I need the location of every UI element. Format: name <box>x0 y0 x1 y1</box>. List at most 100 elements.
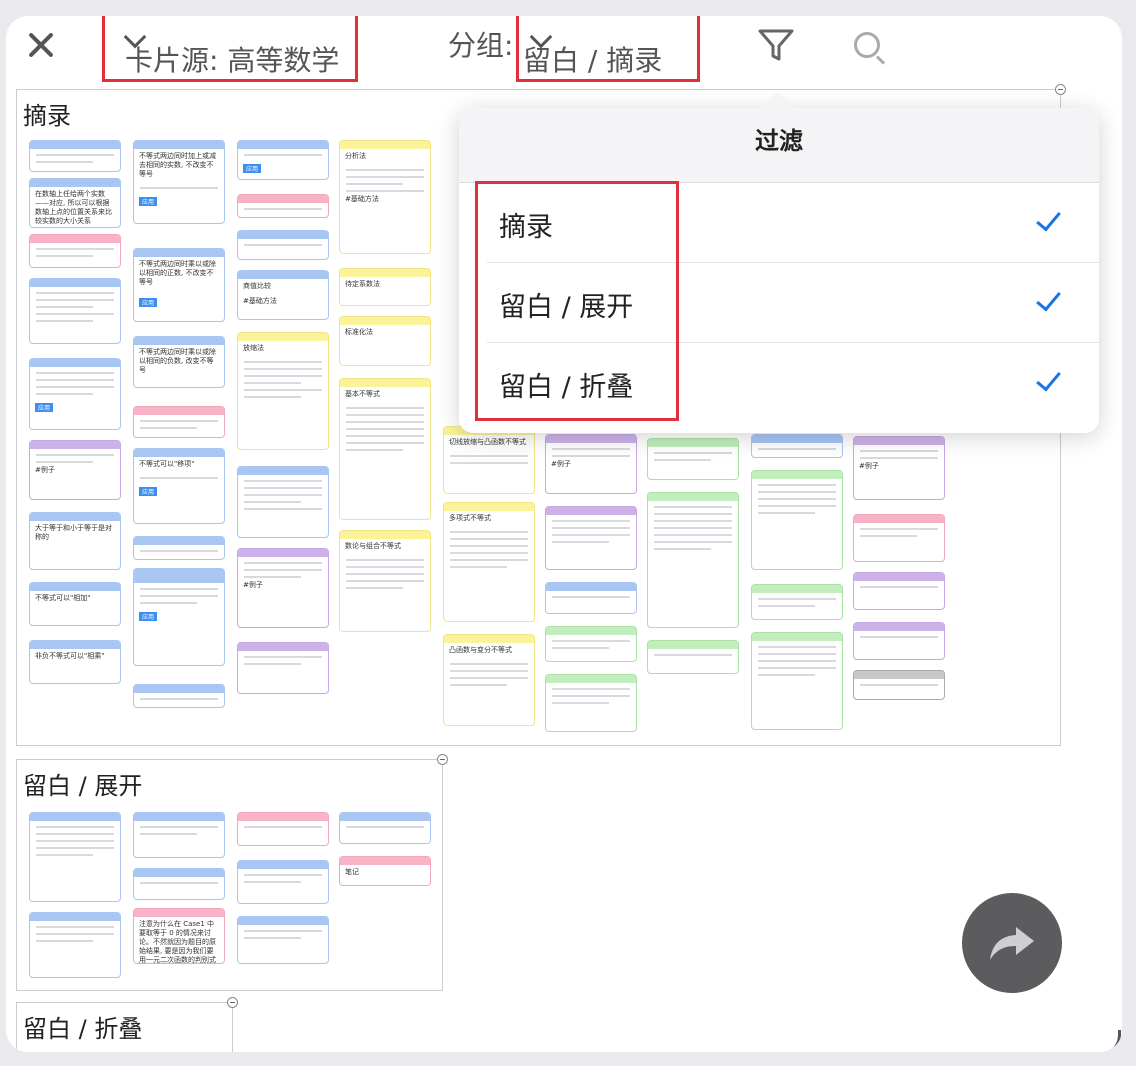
card[interactable]: 切线放缩与凸函数不等式 <box>443 426 535 494</box>
card-text: 笔记 <box>345 868 359 876</box>
collapse-group-icon[interactable] <box>227 997 238 1008</box>
popover-title: 过滤 <box>459 108 1099 183</box>
card[interactable]: 笔记 <box>339 856 431 886</box>
card[interactable] <box>237 230 329 260</box>
group-selector[interactable]: 留白 / 摘录 <box>516 16 700 82</box>
card[interactable] <box>133 406 225 438</box>
card[interactable]: 大于等于和小于等于是对称的 <box>29 512 121 570</box>
card[interactable] <box>545 506 637 570</box>
card[interactable]: 商值比较 #基础方法 <box>237 270 329 320</box>
checkmark-icon <box>1036 205 1061 232</box>
card-text: 注意为什么在 Case1 中要取等于 0 的情况来讨论。不然就因为题目的原始结果… <box>139 920 216 964</box>
resize-handle-icon[interactable] <box>1094 1030 1121 1052</box>
card[interactable]: #例子 <box>853 436 945 500</box>
card[interactable] <box>237 916 329 964</box>
card[interactable] <box>853 514 945 562</box>
card[interactable]: 不等式两边同时乘以或除以相同的负数, 改变不等号 <box>133 336 225 388</box>
card[interactable]: 放缩法 <box>237 332 329 450</box>
card-source-label: 卡片源: 高等数学 <box>125 44 340 77</box>
group-title: 摘录 <box>23 96 75 135</box>
card[interactable]: 标准化法 <box>339 316 431 366</box>
card[interactable] <box>133 868 225 900</box>
card[interactable]: #例子 <box>545 434 637 494</box>
group-title: 留白 / 折叠 <box>23 1009 147 1048</box>
card[interactable] <box>29 140 121 172</box>
card-tag: 应用 <box>243 164 262 173</box>
card[interactable]: 不等式两边同时乘以或除以相同的正数, 不改变不等号 应用 <box>133 248 225 322</box>
card-tag: 应用 <box>35 403 54 412</box>
card-tag: #例子 <box>243 581 263 589</box>
top-toolbar: 卡片源: 高等数学 分组: 留白 / 摘录 <box>6 16 1122 82</box>
card-tag: 应用 <box>139 612 158 621</box>
card-text: 待定系数法 <box>345 280 380 288</box>
card-tag: #例子 <box>859 462 879 470</box>
group-blank-collapsed: 留白 / 折叠 <box>16 997 238 1052</box>
card[interactable]: 多项式不等式 <box>443 502 535 622</box>
card-text: 分析法 <box>345 152 366 160</box>
share-button[interactable] <box>962 893 1062 993</box>
card[interactable] <box>545 626 637 662</box>
card[interactable]: 应用 <box>237 140 329 180</box>
card[interactable] <box>545 674 637 732</box>
card[interactable]: #例子 <box>29 440 121 500</box>
checkmark-icon <box>1036 285 1061 312</box>
group-prefix: 分组: <box>448 29 514 62</box>
group-blank-expanded: 留白 / 展开 注意为什么在 Case1 中要取等于 0 的情况来讨论。不然就因… <box>16 754 448 991</box>
card-text: 凸函数与变分不等式 <box>449 646 512 654</box>
card[interactable]: #例子 <box>237 548 329 628</box>
card[interactable]: 应用 <box>133 574 225 666</box>
card[interactable]: 分析法 #基础方法 <box>339 140 431 254</box>
highlight-box <box>475 181 679 421</box>
card[interactable] <box>853 572 945 610</box>
filter-icon[interactable] <box>758 28 794 66</box>
card[interactable]: 不等式两边同时加上或减去相同的实数, 不改变不等号 应用 <box>133 140 225 224</box>
card[interactable] <box>133 812 225 858</box>
card[interactable]: 凸函数与变分不等式 <box>443 634 535 726</box>
card-text: 放缩法 <box>243 344 264 352</box>
card[interactable] <box>237 812 329 846</box>
card[interactable] <box>853 670 945 700</box>
card[interactable] <box>29 912 121 978</box>
card[interactable] <box>647 640 739 674</box>
card[interactable]: 待定系数法 <box>339 268 431 306</box>
card-tag: #例子 <box>35 466 55 474</box>
card[interactable]: 数论与组合不等式 <box>339 530 431 632</box>
card-tag: #基础方法 <box>345 195 379 203</box>
card[interactable]: 非负不等式可以"相乘" <box>29 640 121 684</box>
card[interactable] <box>751 632 843 730</box>
card[interactable] <box>29 812 121 902</box>
card-source-selector[interactable]: 卡片源: 高等数学 <box>102 16 358 82</box>
card[interactable] <box>751 584 843 620</box>
close-icon[interactable] <box>24 28 58 62</box>
collapse-group-icon[interactable] <box>1055 84 1066 95</box>
card[interactable] <box>545 582 637 614</box>
card-tag: 应用 <box>139 487 158 496</box>
checkmark-icon <box>1036 365 1061 392</box>
card[interactable] <box>237 860 329 904</box>
card[interactable] <box>133 684 225 708</box>
card[interactable]: 不等式可以"移项" 应用 <box>133 448 225 524</box>
card[interactable]: 应用 <box>29 358 121 430</box>
card[interactable] <box>237 642 329 694</box>
card-text: 大于等于和小于等于是对称的 <box>35 524 112 541</box>
card[interactable]: 在数轴上任给两个实数——对应, 所以可以根据数轴上点的位置关系来比较实数的大小关… <box>29 178 121 228</box>
search-icon[interactable] <box>854 32 880 58</box>
card[interactable] <box>751 434 843 458</box>
card[interactable] <box>853 622 945 660</box>
card[interactable] <box>237 466 329 538</box>
card[interactable]: 不等式可以"相加" <box>29 582 121 626</box>
card[interactable]: 基本不等式 <box>339 378 431 520</box>
card[interactable] <box>29 278 121 344</box>
group-title: 留白 / 展开 <box>23 766 147 805</box>
card[interactable] <box>29 234 121 268</box>
card[interactable] <box>647 438 739 480</box>
card[interactable] <box>133 536 225 560</box>
collapse-group-icon[interactable] <box>437 754 448 765</box>
card[interactable] <box>339 812 431 844</box>
card-text: 不等式可以"相加" <box>35 594 91 602</box>
card-text: 不等式两边同时加上或减去相同的实数, 不改变不等号 <box>139 152 216 178</box>
card[interactable] <box>751 470 843 570</box>
card[interactable] <box>647 492 739 628</box>
card[interactable] <box>237 194 329 218</box>
card[interactable]: 注意为什么在 Case1 中要取等于 0 的情况来讨论。不然就因为题目的原始结果… <box>133 908 225 964</box>
